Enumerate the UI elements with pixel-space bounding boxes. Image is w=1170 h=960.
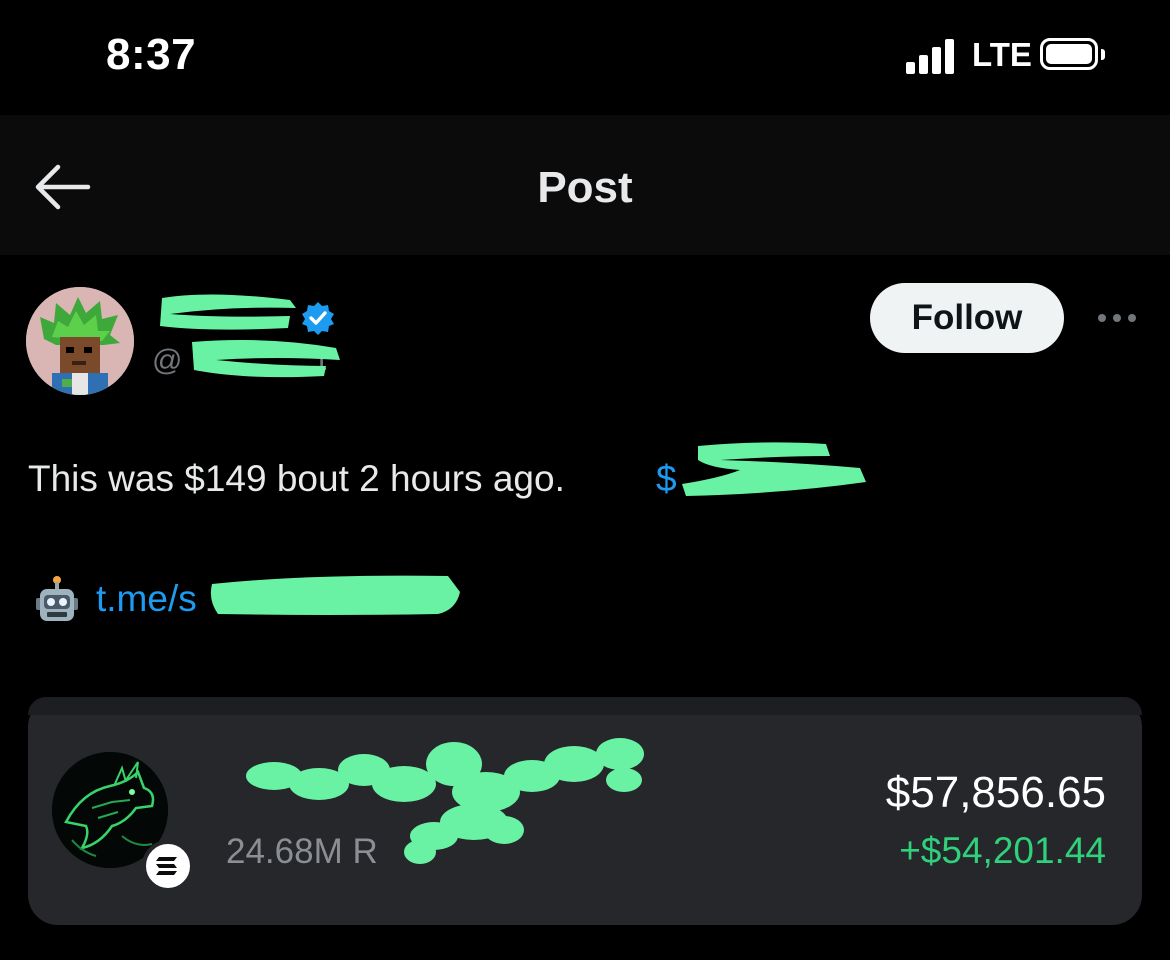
token-name-redaction — [224, 734, 648, 874]
battery-icon — [1040, 38, 1106, 74]
signal-bars-icon — [906, 38, 962, 74]
status-bar: 8:37 LTE — [0, 0, 1170, 115]
pixel-character-icon — [26, 287, 134, 395]
robot-emoji-icon — [34, 576, 80, 626]
cashtag-redaction — [680, 438, 870, 504]
follow-button[interactable]: Follow — [870, 283, 1064, 353]
solana-icon — [142, 840, 194, 892]
author-handle-prefix: @ — [152, 344, 183, 377]
author-avatar[interactable] — [26, 287, 134, 395]
telegram-link[interactable]: t.me/s — [96, 578, 197, 620]
more-dots-icon[interactable] — [1094, 300, 1140, 336]
post-text: This was $149 bout 2 hours ago. — [28, 458, 565, 499]
position-value: $57,856.65 — [885, 768, 1106, 817]
author-handle-redaction — [186, 334, 346, 380]
network-label: LTE — [972, 36, 1032, 73]
link-redaction — [208, 570, 464, 620]
top-nav-bar: Post — [0, 115, 1170, 255]
verified-badge-icon — [300, 300, 336, 336]
cashtag-link[interactable]: $ — [656, 458, 677, 500]
page-title: Post — [537, 163, 633, 212]
author-name-redaction — [150, 288, 300, 334]
status-time: 8:37 — [106, 30, 197, 79]
position-change: +$54,201.44 — [899, 830, 1106, 871]
